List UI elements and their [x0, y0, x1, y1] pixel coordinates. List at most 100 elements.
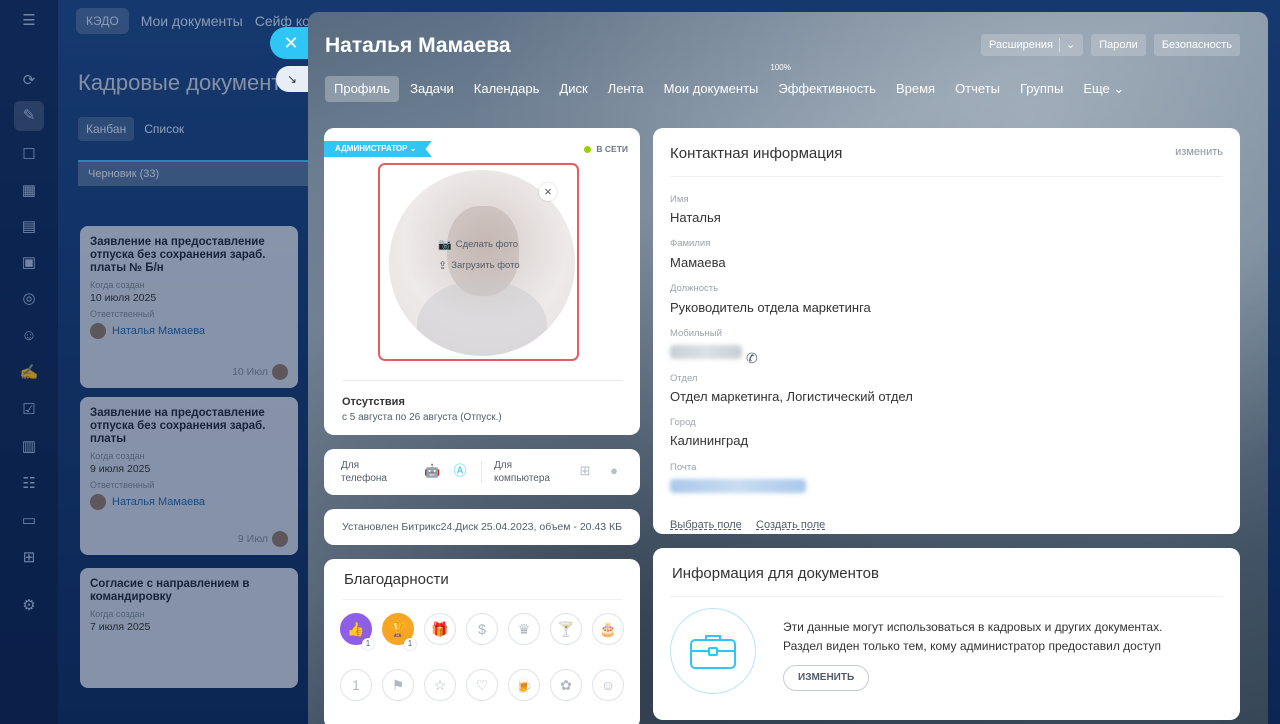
header-buttons: Расширения ⌄ Пароли Безопасность: [981, 34, 1240, 56]
extensions-button[interactable]: Расширения ⌄: [981, 34, 1084, 56]
divider: [670, 176, 1223, 177]
role-badge[interactable]: АДМИНИСТРАТОР ⌄: [324, 141, 432, 157]
cocktail-icon[interactable]: 🍸: [550, 613, 582, 645]
close-slider-button[interactable]: ✕: [270, 27, 308, 59]
tab-label: Группы: [1020, 81, 1064, 96]
badge-glyph: ♛: [517, 621, 531, 637]
tab-tasks[interactable]: Задачи: [401, 76, 463, 102]
tab-more[interactable]: Еще ⌄: [1074, 76, 1133, 102]
docs-description: Эти данные могут использоваться в кадров…: [783, 618, 1213, 656]
chevron-down-icon: ⌄: [1113, 81, 1125, 96]
docs-text-line1: Эти данные могут использоваться в кадров…: [783, 620, 1163, 634]
tab-label: Эффективность: [778, 81, 876, 96]
thanks-card: Благодарности 👍 1 🏆 1 🎁 $ ♛ 🍸 🎂 1 ⚑ ☆ ♡ 🍺 ✿ ☺: [324, 559, 640, 724]
trophy-icon[interactable]: 🏆 1: [382, 613, 416, 650]
thumbs-up-icon[interactable]: 👍 1: [340, 613, 374, 650]
online-status: В СЕТИ: [584, 144, 628, 154]
remove-photo-button[interactable]: ×: [539, 183, 557, 201]
badge-glyph: ☆: [433, 677, 447, 693]
phone-apps-label: Для телефона: [341, 460, 387, 484]
cake-icon[interactable]: 🎂: [592, 613, 624, 645]
documents-info-card: Информация для документов Эти данные мог…: [653, 548, 1240, 720]
badge-glyph: ✿: [560, 677, 572, 693]
docs-edit-button[interactable]: ИЗМЕНИТЬ: [783, 665, 870, 691]
email-value-blurred[interactable]: [670, 479, 806, 493]
tab-calendar[interactable]: Календарь: [465, 76, 549, 102]
chevron-down-icon: ⌄: [409, 144, 417, 153]
number-one-icon[interactable]: 1: [340, 669, 372, 701]
badge-glyph: 🍺: [515, 677, 533, 693]
docs-title: Информация для документов: [672, 565, 879, 582]
appstore-icon[interactable]: Ⓐ: [452, 463, 468, 479]
tab-reports[interactable]: Отчеты: [946, 76, 1009, 102]
flower-icon[interactable]: ✿: [550, 669, 582, 701]
avatar-card: АДМИНИСТРАТОР ⌄ В СЕТИ × 📷 Сделать фото ⇪…: [324, 128, 640, 435]
divider: [342, 380, 622, 381]
computer-apps-label: Для компьютера: [494, 460, 550, 484]
close-icon: ✕: [283, 33, 299, 53]
tab-disk[interactable]: Диск: [550, 76, 596, 102]
take-photo-label: Сделать фото: [455, 239, 519, 250]
windows-icon[interactable]: ⊞: [577, 463, 593, 479]
disk-info-card: Установлен Битрикс24.Диск 25.04.2023, об…: [324, 509, 640, 545]
take-photo-button[interactable]: 📷 Сделать фото: [438, 238, 518, 251]
passwords-button[interactable]: Пароли: [1091, 34, 1146, 56]
badge-glyph: 🍸: [557, 621, 575, 637]
star-icon[interactable]: ☆: [424, 669, 456, 701]
badge-glyph: ♡: [475, 677, 489, 693]
choose-field-link[interactable]: Выбрать поле: [670, 519, 742, 531]
divider: [1059, 38, 1061, 52]
minimize-icon: ↘: [286, 72, 298, 86]
mobile-label: Мобильный: [670, 328, 722, 339]
extensions-label: Расширения: [989, 39, 1054, 51]
briefcase-icon: [670, 608, 756, 694]
beer-icon[interactable]: 🍺: [508, 669, 540, 701]
tab-label: Лента: [607, 81, 644, 96]
contact-edit-link[interactable]: изменить: [1175, 146, 1223, 158]
status-label: В СЕТИ: [596, 144, 628, 154]
role-label: АДМИНИСТРАТОР: [335, 144, 408, 153]
badge-glyph: 👍: [347, 621, 365, 637]
dept-value[interactable]: Отдел маркетинга, Логистический отдел: [670, 389, 913, 404]
flag-icon[interactable]: ⚑: [382, 669, 414, 701]
crown-icon[interactable]: ♛: [508, 613, 540, 645]
gift-icon[interactable]: 🎁: [424, 613, 456, 645]
divider: [481, 461, 482, 483]
user-name: Наталья Мамаева: [325, 34, 511, 57]
contact-title: Контактная информация: [670, 145, 843, 162]
apps-card: Для телефона 🤖 Ⓐ Для компьютера ⊞ ●: [324, 449, 640, 495]
tab-my-documents[interactable]: Мои документы: [655, 76, 768, 102]
position-label: Должность: [670, 283, 719, 294]
upload-photo-label: Загрузить фото: [451, 260, 520, 271]
online-dot-icon: [584, 145, 592, 153]
tab-label: Диск: [559, 81, 588, 96]
photo-highlight-frame: × 📷 Сделать фото ⇪ Загрузить фото: [378, 163, 579, 361]
tab-efficiency[interactable]: 100% Эффективность: [769, 63, 885, 102]
profile-header: Наталья Мамаева Расширения ⌄ Пароли Безоп…: [308, 12, 1268, 122]
badge-glyph: $: [478, 621, 486, 637]
money-bag-icon[interactable]: $: [466, 613, 498, 645]
dept-label: Отдел: [670, 373, 698, 384]
profile-tabs: Профиль Задачи Календарь Диск Лента Мои …: [325, 63, 1135, 102]
minimize-slider-button[interactable]: ↘: [276, 66, 308, 92]
heart-icon[interactable]: ♡: [466, 669, 498, 701]
upload-photo-button[interactable]: ⇪ Загрузить фото: [438, 259, 520, 272]
tab-time[interactable]: Время: [887, 76, 944, 102]
create-field-link[interactable]: Создать поле: [756, 519, 825, 531]
surname-label: Фамилия: [670, 238, 711, 249]
divider: [670, 596, 1223, 597]
security-button[interactable]: Безопасность: [1153, 34, 1240, 56]
apple-icon[interactable]: ●: [606, 463, 622, 479]
divider: [342, 599, 622, 600]
phone-icon[interactable]: ✆: [746, 350, 758, 367]
smile-icon[interactable]: ☺: [592, 669, 624, 701]
tab-feed[interactable]: Лента: [599, 76, 653, 102]
badge-glyph: 🎂: [599, 621, 617, 637]
badge-glyph: ☺: [600, 677, 616, 693]
badge-count: 1: [404, 638, 416, 650]
tab-label: Еще: [1083, 81, 1110, 96]
tab-profile[interactable]: Профиль: [325, 76, 400, 102]
surname-value: Мамаева: [670, 255, 726, 270]
android-icon[interactable]: 🤖: [424, 463, 440, 479]
tab-groups[interactable]: Группы: [1011, 76, 1072, 102]
